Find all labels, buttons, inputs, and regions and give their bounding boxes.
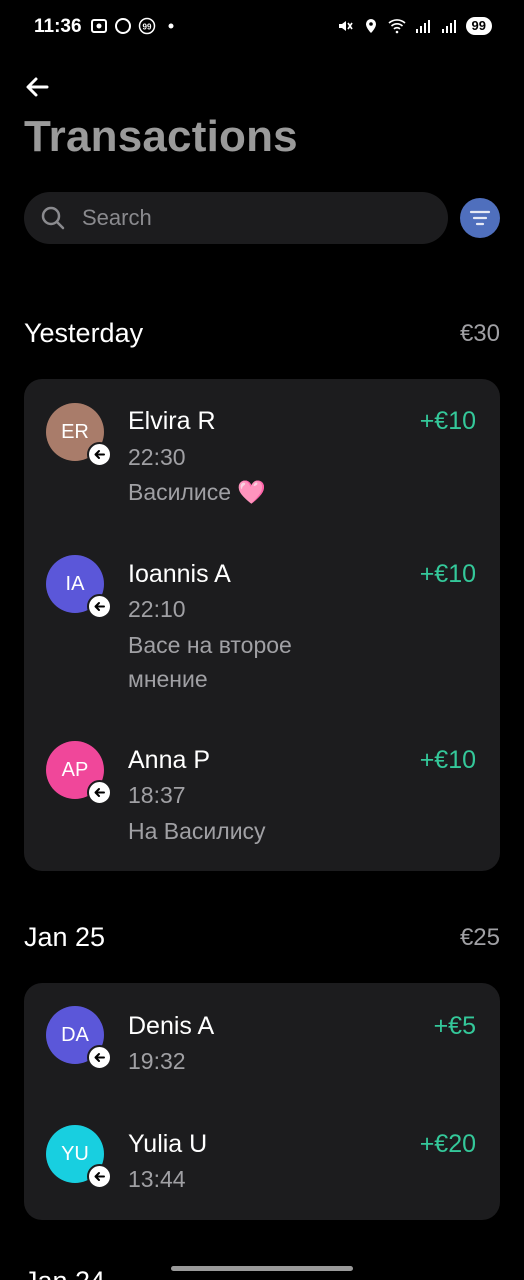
section-header: Jan 25 €25 <box>24 922 500 953</box>
transaction-time: 22:30 <box>128 444 186 470</box>
transaction-note: Василисе 🩷 <box>128 479 267 505</box>
transactions-card: ER Elvira R 22:30 Василисе 🩷 +€10 IA Ioa… <box>24 379 500 871</box>
search-icon <box>41 206 65 230</box>
notification-count-icon: 99 <box>138 17 156 35</box>
section-header: Yesterday €30 <box>24 318 500 349</box>
signal-icon <box>415 20 430 33</box>
transaction-name: Denis A <box>128 1012 215 1040</box>
transaction-time: 18:37 <box>128 782 186 808</box>
section-title: Jan 25 <box>24 922 106 952</box>
transaction-name: Anna P <box>128 746 211 774</box>
transaction-name: Yulia U <box>128 1130 208 1158</box>
transaction-time: 19:32 <box>128 1048 186 1074</box>
search-bar[interactable] <box>24 192 448 244</box>
transaction-amount: +€10 <box>419 407 476 435</box>
page-title: Transactions <box>24 112 298 161</box>
transaction-time: 13:44 <box>128 1166 186 1192</box>
transaction-time: 22:10 <box>128 596 186 622</box>
transaction-name: Elvira R <box>128 407 216 435</box>
arrow-left-icon <box>26 77 49 97</box>
section-total: €30 <box>459 319 500 347</box>
incoming-arrow-icon <box>87 1164 112 1189</box>
incoming-arrow-icon <box>87 594 112 619</box>
section-title: Yesterday <box>24 318 144 348</box>
mute-icon <box>338 21 353 31</box>
location-icon <box>365 19 376 33</box>
transaction-row[interactable]: IA Ioannis A 22:10 Васе на второе мнение… <box>24 531 500 717</box>
dot-icon <box>168 23 174 29</box>
signal-roaming-icon <box>441 20 456 33</box>
next-section-title: Jan 24 <box>24 1266 105 1280</box>
incoming-arrow-icon <box>87 1045 112 1070</box>
transaction-name: Ioannis A <box>128 560 231 588</box>
battery-indicator: 99 <box>465 17 492 35</box>
transaction-row[interactable]: AP Anna P 18:37 На Василису +€10 <box>24 717 500 871</box>
wifi-icon <box>387 19 406 34</box>
search-input[interactable] <box>82 205 402 231</box>
loading-ring-icon <box>115 18 131 34</box>
home-indicator[interactable] <box>171 1266 353 1271</box>
status-time: 11:36 <box>34 16 82 37</box>
transaction-amount: +€20 <box>419 1130 476 1158</box>
back-button[interactable] <box>22 72 52 102</box>
section-total: €25 <box>459 923 500 951</box>
screenshot-icon <box>91 19 107 33</box>
transaction-note: Васе на второе мнение <box>128 632 292 692</box>
filter-icon <box>469 210 491 226</box>
svg-text:99: 99 <box>143 23 152 32</box>
incoming-arrow-icon <box>87 442 112 467</box>
incoming-arrow-icon <box>87 780 112 805</box>
transaction-row[interactable]: ER Elvira R 22:30 Василисе 🩷 +€10 <box>24 379 500 531</box>
transaction-row[interactable]: DA Denis A 19:32 +€5 <box>24 983 500 1101</box>
transaction-amount: +€5 <box>433 1012 476 1040</box>
transaction-note: На Василису <box>128 818 266 844</box>
filter-button[interactable] <box>460 198 500 238</box>
transaction-amount: +€10 <box>419 560 476 588</box>
transactions-card: DA Denis A 19:32 +€5 YU Yulia U 13:44 +€… <box>24 983 500 1220</box>
transaction-row[interactable]: YU Yulia U 13:44 +€20 <box>24 1101 500 1220</box>
status-bar: 11:36 99 99 <box>0 0 524 56</box>
transaction-amount: +€10 <box>419 746 476 774</box>
